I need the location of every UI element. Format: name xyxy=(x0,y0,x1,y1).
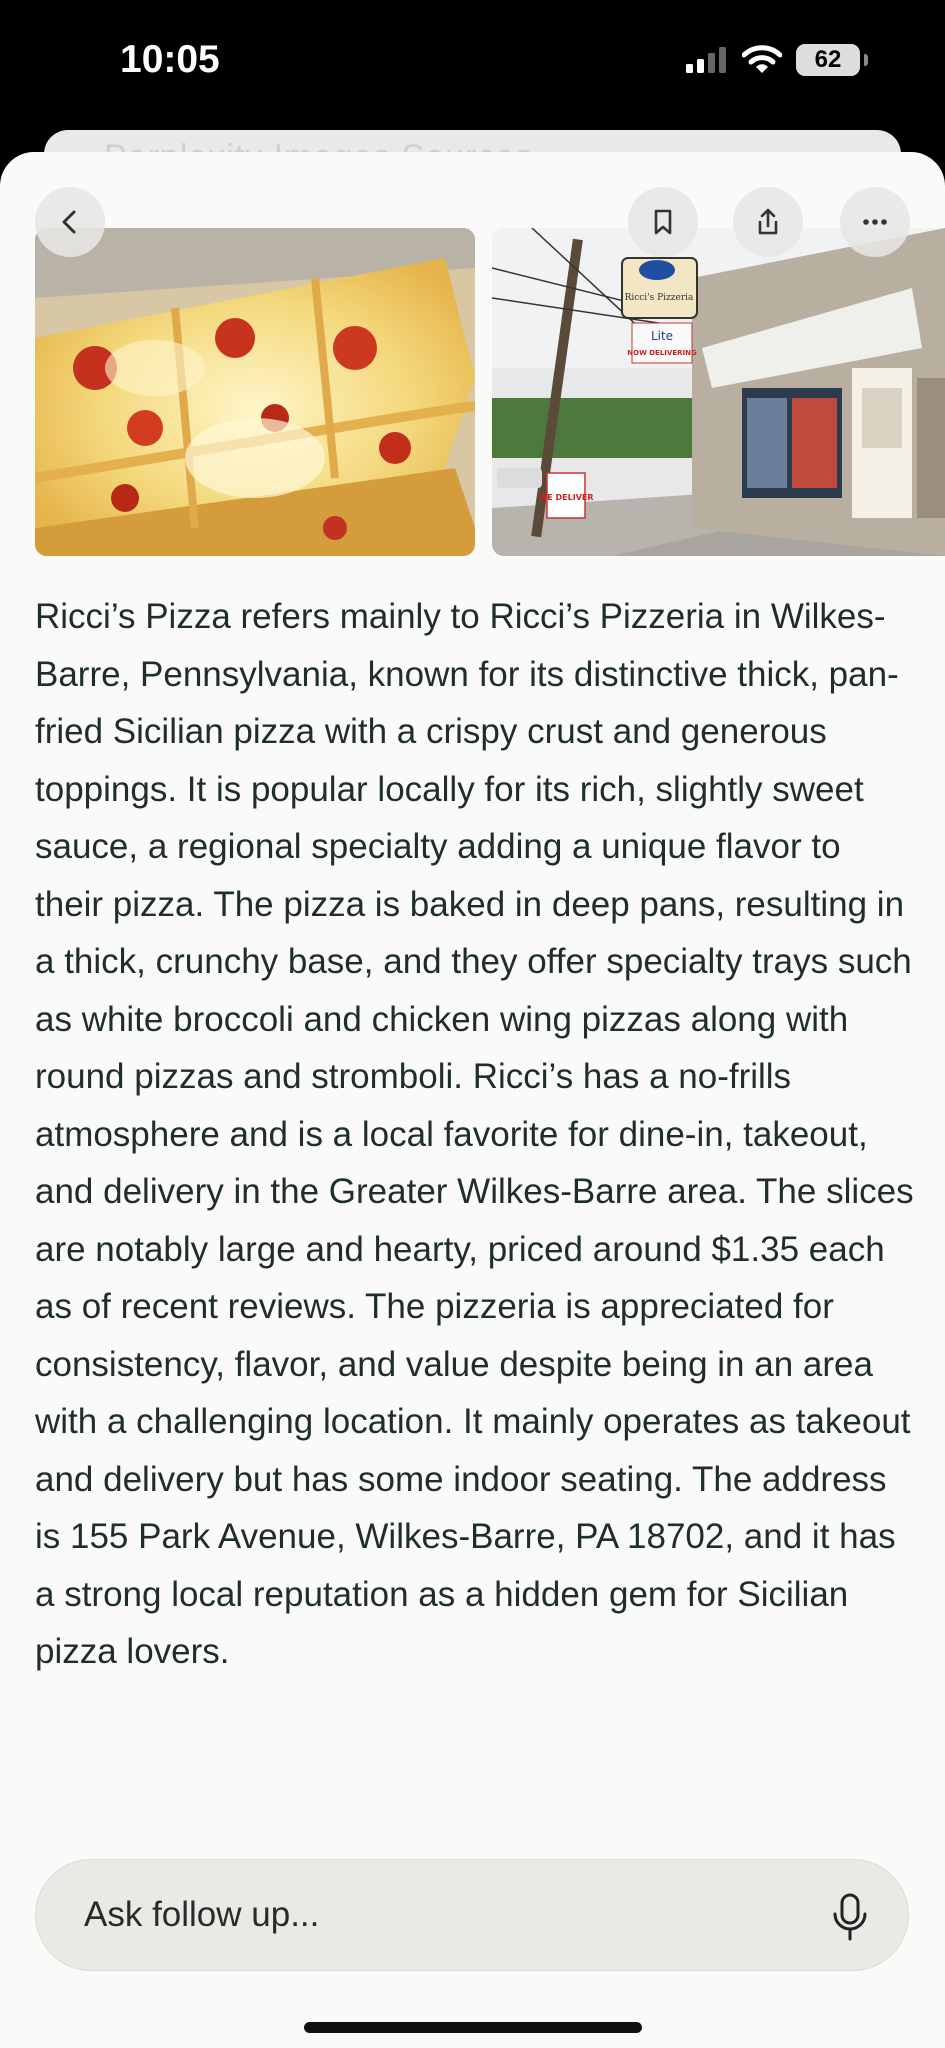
answer-text: Ricci’s Pizza refers mainly to Ricci’s P… xyxy=(35,597,914,1671)
bookmark-icon xyxy=(654,209,672,235)
cellular-signal-icon xyxy=(686,47,726,73)
bookmark-button[interactable] xyxy=(628,187,698,257)
share-icon xyxy=(758,208,778,235)
more-options-button[interactable] xyxy=(840,187,910,257)
answer-sheet: Ricci's Pizzeria Lite NOW DELIVERING WE … xyxy=(0,152,945,2048)
beer-sign-text: Lite xyxy=(651,329,673,343)
store-sign-text: Ricci's Pizzeria xyxy=(625,293,694,303)
more-icon xyxy=(863,219,887,225)
follow-up-bar[interactable] xyxy=(35,1859,909,1971)
home-indicator xyxy=(304,2022,642,2033)
storefront-illustration: Ricci's Pizzeria Lite NOW DELIVERING WE … xyxy=(492,228,945,556)
pizza-image[interactable] xyxy=(35,228,475,556)
wifi-icon xyxy=(742,45,782,73)
delivering-sign-text: NOW DELIVERING xyxy=(627,349,697,357)
battery-level: 62 xyxy=(814,46,842,73)
deliver-sign-text: WE DELIVER xyxy=(538,493,593,502)
status-bar: 10:05 62 xyxy=(0,0,945,130)
battery-indicator: 62 xyxy=(796,44,868,76)
storefront-image[interactable]: Ricci's Pizzeria Lite NOW DELIVERING WE … xyxy=(492,228,945,556)
status-time: 10:05 xyxy=(120,38,220,81)
follow-up-input[interactable] xyxy=(84,1892,784,1938)
share-button[interactable] xyxy=(733,187,803,257)
back-button[interactable] xyxy=(35,187,105,257)
status-icons: 62 xyxy=(686,44,868,76)
pizza-illustration xyxy=(35,228,475,556)
back-icon xyxy=(62,210,76,234)
microphone-icon[interactable] xyxy=(828,1892,872,1942)
